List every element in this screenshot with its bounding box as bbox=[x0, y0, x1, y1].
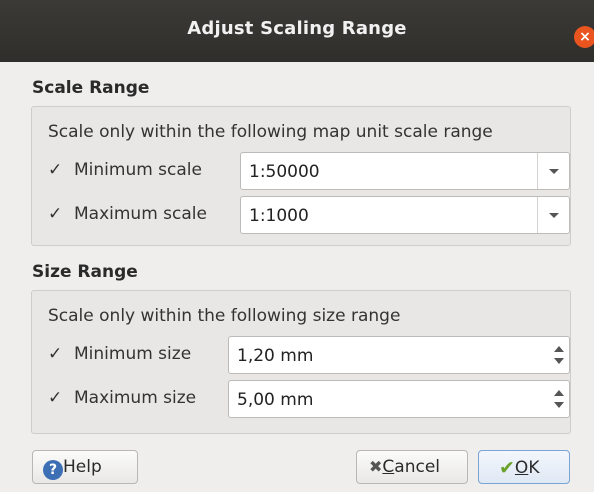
window-title: Adjust Scaling Range bbox=[187, 18, 407, 39]
minimum-size-stepper[interactable] bbox=[547, 337, 569, 373]
minimum-size-value[interactable]: 1,20 mm bbox=[237, 346, 313, 366]
scale-range-title: Scale Range bbox=[32, 78, 150, 98]
maximum-size-value[interactable]: 5,00 mm bbox=[237, 390, 313, 410]
minimum-size-label: Minimum size bbox=[74, 344, 192, 364]
minimum-size-checkbox[interactable]: ✓ bbox=[48, 346, 64, 363]
scale-range-description: Scale only within the following map unit… bbox=[48, 122, 493, 142]
maximum-scale-value[interactable]: 1:1000 bbox=[249, 206, 309, 226]
minimum-scale-dropdown-button[interactable] bbox=[537, 153, 569, 189]
chevron-down-icon bbox=[549, 169, 559, 174]
maximum-size-stepper[interactable] bbox=[547, 381, 569, 417]
maximum-scale-label: Maximum scale bbox=[74, 204, 207, 224]
size-range-description: Scale only within the following size ran… bbox=[48, 306, 401, 326]
maximum-size-label: Maximum size bbox=[74, 388, 197, 408]
cancel-button-mnemonic: C bbox=[382, 457, 395, 477]
title-bar: Adjust Scaling Range × bbox=[0, 0, 594, 62]
chevron-up-icon[interactable] bbox=[554, 390, 564, 396]
cancel-icon: ✖ bbox=[369, 457, 383, 476]
help-button-label: Help bbox=[63, 457, 102, 477]
minimum-scale-value[interactable]: 1:50000 bbox=[249, 162, 320, 182]
chevron-down-icon[interactable] bbox=[554, 402, 564, 408]
chevron-down-icon[interactable] bbox=[554, 358, 564, 364]
minimum-scale-label: Minimum scale bbox=[74, 160, 202, 180]
ok-button-mnemonic: O bbox=[514, 458, 529, 478]
chevron-up-icon[interactable] bbox=[554, 346, 564, 352]
checkmark-icon: ✔ bbox=[499, 457, 515, 479]
close-icon[interactable]: × bbox=[574, 26, 594, 48]
maximum-size-checkbox[interactable]: ✓ bbox=[48, 390, 64, 407]
maximum-scale-dropdown-button[interactable] bbox=[537, 197, 569, 233]
help-button[interactable]: ? Help bbox=[32, 450, 138, 484]
size-range-title: Size Range bbox=[32, 262, 138, 282]
minimum-scale-checkbox[interactable]: ✓ bbox=[48, 162, 64, 179]
maximum-scale-checkbox[interactable]: ✓ bbox=[48, 206, 64, 223]
cancel-button[interactable]: ✖Cancel bbox=[356, 450, 468, 484]
chevron-down-icon bbox=[549, 213, 559, 218]
maximum-scale-combo[interactable]: 1:1000 bbox=[240, 196, 570, 234]
ok-button-label: K bbox=[528, 458, 540, 478]
help-icon: ? bbox=[43, 460, 63, 480]
minimum-size-spinbox[interactable]: 1,20 mm bbox=[228, 336, 570, 374]
cancel-button-label: ancel bbox=[394, 457, 441, 477]
maximum-size-spinbox[interactable]: 5,00 mm bbox=[228, 380, 570, 418]
minimum-scale-combo[interactable]: 1:50000 bbox=[240, 152, 570, 190]
ok-button[interactable]: ✔OK bbox=[478, 450, 570, 484]
